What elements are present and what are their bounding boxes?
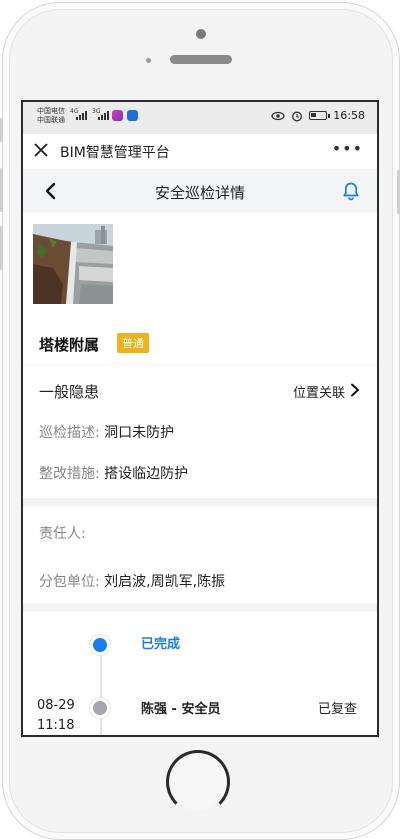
signal-icon (76, 110, 87, 120)
rectification-label: 整改措施: (39, 466, 100, 482)
issue-title: 塔楼附属 (39, 336, 100, 354)
mute-switch (0, 118, 3, 142)
carrier-2: 中国联通 (37, 116, 65, 124)
timeline-line (100, 642, 102, 735)
construction-site-image (33, 224, 113, 304)
subcontractor-label: 分包单位: (39, 574, 100, 590)
close-icon[interactable] (33, 142, 49, 158)
page-title: 安全巡检详情 (154, 184, 245, 202)
status-right: 16:58 (271, 109, 365, 122)
clock: 16:58 (333, 109, 365, 122)
rectification-value: 搭设临边防护 (104, 466, 189, 482)
chevron-right-icon[interactable] (349, 383, 361, 397)
section-divider (23, 364, 377, 365)
battery-fill (311, 113, 317, 117)
bell-icon[interactable] (341, 181, 361, 201)
inspection-description-row: 巡检描述: 洞口未防护 (39, 422, 174, 442)
carrier-1: 中国电信 (37, 107, 65, 115)
timeline-person: 陈强 - 安全员 (141, 702, 221, 717)
phone-frame: 中国电信 中国联通 4G 3G 16:58 BIM智慧管理平台 ••• 安全巡检… (0, 0, 400, 840)
screen: 中国电信 中国联通 4G 3G 16:58 BIM智慧管理平台 ••• 安全巡检… (21, 100, 379, 737)
hazard-level: 一般隐患 (39, 383, 100, 401)
volume-down-button (0, 226, 3, 270)
chevron-left-icon[interactable] (41, 181, 61, 201)
proximity-sensor (146, 58, 151, 63)
earpiece-speaker (170, 55, 232, 64)
rectification-row: 整改措施: 搭设临边防护 (39, 463, 188, 483)
battery-icon (309, 111, 331, 120)
timeline-result: 已复查 (317, 702, 357, 717)
carrier-labels: 中国电信 中国联通 (37, 107, 65, 125)
owner-label: 责任人: (39, 526, 86, 542)
section-divider (23, 312, 377, 313)
front-camera (196, 29, 206, 39)
wechat-title: BIM智慧管理平台 (60, 145, 170, 161)
subcontractor-row: 分包单位: 刘启波,周凯军,陈振 (39, 571, 225, 591)
section-divider (23, 498, 377, 506)
timeline-date: 08-29 (37, 698, 75, 713)
signal-icon-2 (98, 110, 109, 120)
alarm-icon (292, 111, 303, 121)
timeline-dot (90, 698, 110, 718)
home-button[interactable] (166, 750, 230, 814)
owner-row: 责任人: (39, 523, 86, 543)
wechat-titlebar: BIM智慧管理平台 ••• (23, 134, 377, 169)
inspection-photo[interactable] (33, 224, 113, 304)
shield-app-icon (127, 110, 138, 121)
description-value: 洞口未防护 (104, 425, 175, 441)
severity-badge: 普通 (117, 333, 149, 353)
status-bar: 中国电信 中国联通 4G 3G 16:58 (23, 102, 377, 134)
subcontractor-value: 刘启波,周凯军,陈振 (104, 574, 226, 590)
volume-up-button (0, 168, 3, 212)
location-link[interactable]: 位置关联 (293, 382, 345, 401)
timeline-dot-current (90, 635, 110, 655)
eye-icon (271, 111, 285, 120)
description-label: 巡检描述: (39, 425, 100, 441)
section-divider (23, 603, 377, 611)
page-header: 安全巡检详情 (23, 169, 377, 213)
timeline-status: 已完成 (141, 637, 181, 652)
timeline-datetime: 08-29 11:18 (37, 696, 75, 735)
more-menu-button[interactable]: ••• (332, 141, 363, 157)
timeline-time: 11:18 (37, 718, 75, 733)
app-notification-icon (112, 110, 123, 121)
